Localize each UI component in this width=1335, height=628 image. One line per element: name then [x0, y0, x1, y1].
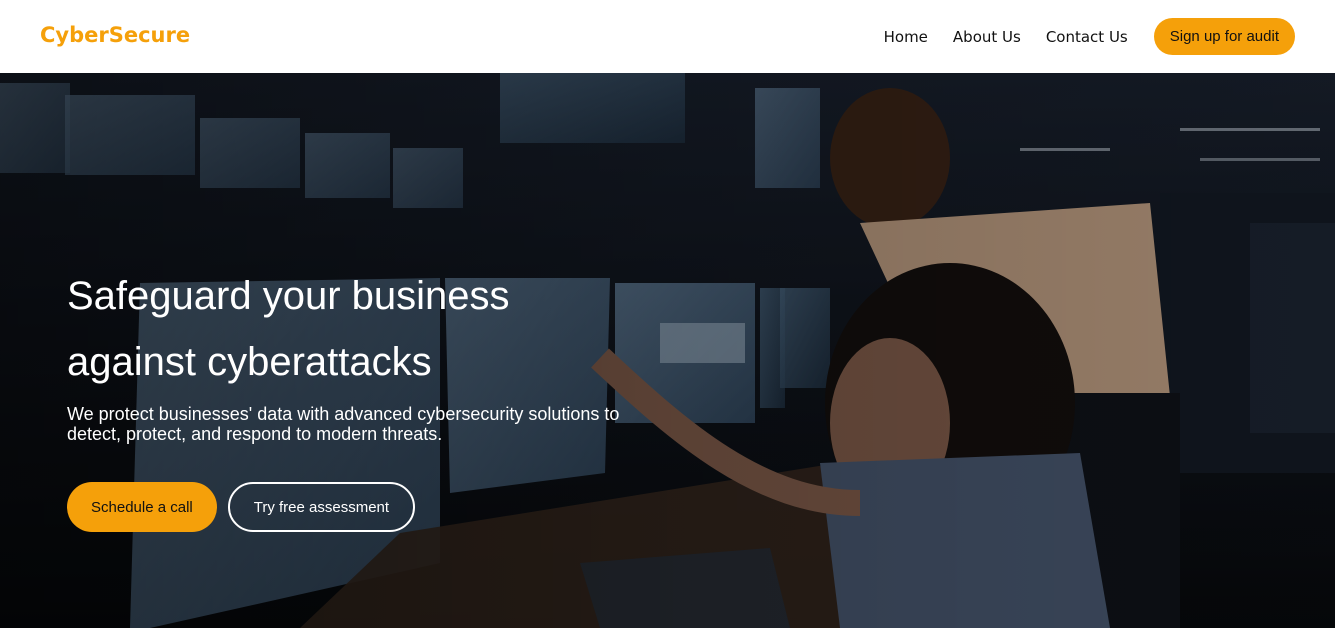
brand-logo[interactable]: CyberSecure — [40, 23, 190, 47]
hero-section: Safeguard your business against cyberatt… — [0, 73, 1335, 628]
hero-title: Safeguard your business against cyberatt… — [67, 263, 707, 395]
hero-buttons: Schedule a call Try free assessment — [67, 482, 707, 532]
nav-home-link[interactable]: Home — [884, 28, 928, 46]
hero-subtitle: We protect businesses' data with advance… — [67, 404, 620, 444]
hero-title-line2: against cyberattacks — [67, 340, 432, 384]
hero-title-line1: Safeguard your business — [67, 274, 510, 318]
hero-content: Safeguard your business against cyberatt… — [67, 263, 707, 532]
schedule-call-button[interactable]: Schedule a call — [67, 482, 217, 532]
site-header: CyberSecure Home About Us Contact Us Sig… — [0, 0, 1335, 73]
free-assessment-button[interactable]: Try free assessment — [227, 482, 416, 532]
signup-audit-button[interactable]: Sign up for audit — [1153, 18, 1295, 55]
nav-about-link[interactable]: About Us — [953, 28, 1021, 46]
main-nav: Home About Us Contact Us Sign up for aud… — [859, 0, 1295, 73]
nav-contact-link[interactable]: Contact Us — [1046, 28, 1128, 46]
